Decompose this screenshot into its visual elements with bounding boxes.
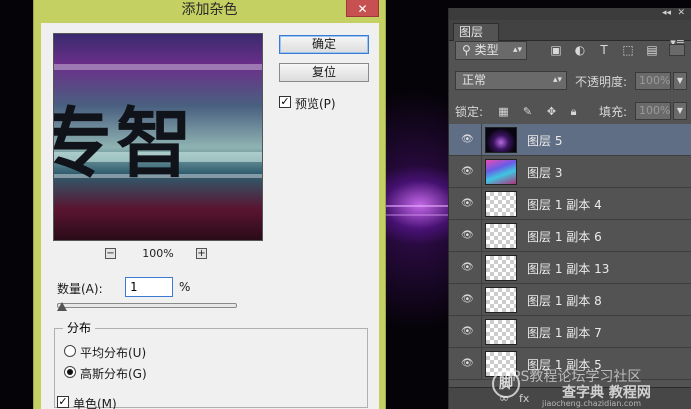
- filter-shape-icon[interactable]: ⬚: [621, 44, 635, 56]
- amount-slider-thumb[interactable]: [57, 302, 67, 311]
- layer-divider: [481, 156, 482, 187]
- close-icon[interactable]: ✕: [346, 0, 379, 17]
- lock-transparent-icon[interactable]: ▦: [497, 105, 510, 118]
- layer-divider: [481, 284, 482, 315]
- eye-visibility-icon[interactable]: 👁︎: [461, 166, 474, 178]
- preview-text: 专智: [54, 99, 196, 188]
- uniform-radio[interactable]: [64, 345, 76, 357]
- preview-zoom-controls: − 100% +: [53, 246, 263, 262]
- zoom-out-button[interactable]: −: [105, 248, 116, 259]
- blend-mode-dropdown[interactable]: 正常 ▴▾: [455, 71, 567, 90]
- opacity-chevron-icon[interactable]: ▼: [673, 72, 687, 90]
- layer-row[interactable]: 👁︎ 图层 1 副本 13: [449, 252, 691, 284]
- zoom-level: 100%: [142, 247, 174, 260]
- layer-thumbnail: [485, 191, 517, 217]
- ok-button[interactable]: 确定: [279, 35, 369, 54]
- layer-thumbnail: [485, 255, 517, 281]
- layer-name[interactable]: 图层 1 副本 8: [527, 292, 602, 309]
- layer-divider: [481, 316, 482, 347]
- layer-name[interactable]: 图层 1 副本 7: [527, 324, 602, 341]
- filter-preview[interactable]: 专智: [53, 33, 263, 241]
- filter-type-icon[interactable]: T: [597, 44, 611, 56]
- distribution-title: 分布: [63, 319, 96, 336]
- layer-row[interactable]: 👁︎ 图层 1 副本 6: [449, 220, 691, 252]
- tab-layers[interactable]: 图层: [453, 23, 499, 41]
- gaussian-label: 高斯分布(G): [80, 367, 147, 381]
- lock-label: 锁定:: [455, 105, 484, 119]
- layer-row[interactable]: 👁︎ 图层 3: [449, 156, 691, 188]
- panel-tab-row: 图层 ▾≡: [449, 20, 691, 49]
- lock-all-icon[interactable]: 🔒︎: [567, 105, 580, 118]
- layer-name[interactable]: 图层 1 副本 4: [527, 196, 602, 213]
- chevron-down-icon: ▴▾: [512, 45, 522, 55]
- filter-toggle-icon[interactable]: [669, 44, 685, 56]
- filter-adjustment-icon[interactable]: ◐: [573, 44, 587, 56]
- layer-name[interactable]: 图层 3: [527, 164, 562, 181]
- filter-kind-label: 类型: [474, 43, 499, 57]
- blend-mode-value: 正常: [462, 73, 487, 87]
- layer-row[interactable]: 👁︎ 图层 1 副本 8: [449, 284, 691, 316]
- collapse-icon[interactable]: ◂◂: [662, 8, 671, 19]
- add-noise-dialog: 添加杂色 ✕ 专智 − 100% + 确定 复位 ✓ 预览(P) 数量(A): …: [33, 0, 386, 409]
- eye-visibility-icon[interactable]: 👁︎: [461, 358, 474, 370]
- layer-thumbnail: [485, 319, 517, 345]
- layer-divider: [481, 252, 482, 283]
- lock-position-icon[interactable]: ✥: [545, 105, 558, 118]
- preview-streak: [54, 64, 262, 70]
- search-icon: ⚲: [462, 43, 475, 57]
- layer-thumbnail: [485, 287, 517, 313]
- eye-visibility-icon[interactable]: 👁︎: [461, 230, 474, 242]
- fill-label: 填充:: [599, 105, 628, 119]
- panel-top-strip: ◂◂ ✕: [449, 8, 691, 20]
- preview-checkbox[interactable]: ✓: [279, 96, 291, 108]
- gaussian-radio[interactable]: [64, 366, 76, 378]
- monochrome-checkbox[interactable]: ✓: [57, 396, 69, 408]
- filter-smart-object-icon[interactable]: ▤: [645, 44, 659, 56]
- fill-input[interactable]: 100%: [635, 102, 671, 120]
- panel-close-icon[interactable]: ✕: [677, 8, 685, 19]
- amount-input[interactable]: 1: [125, 277, 173, 297]
- eye-visibility-icon[interactable]: 👁︎: [461, 294, 474, 306]
- eye-visibility-icon[interactable]: 👁︎: [461, 326, 474, 338]
- layer-divider: [481, 188, 482, 219]
- layer-name[interactable]: 图层 5: [527, 132, 562, 149]
- layer-row[interactable]: 👁︎ 图层 1 副本 4: [449, 188, 691, 220]
- site-watermark: 脚 PS教程论坛学习社区 查字典 教程网 jiaocheng.chazidian…: [492, 366, 691, 409]
- filter-kind-dropdown[interactable]: ⚲ 类型 ▴▾: [455, 41, 527, 60]
- fill-chevron-icon[interactable]: ▼: [673, 102, 687, 120]
- layer-divider: [481, 348, 482, 379]
- layer-divider: [481, 124, 482, 155]
- opacity-label: 不透明度:: [575, 75, 628, 89]
- layer-name[interactable]: 图层 1 副本 13: [527, 260, 609, 277]
- zoom-in-button[interactable]: +: [196, 248, 207, 259]
- lock-image-icon[interactable]: ✎: [521, 105, 534, 118]
- preview-label: 预览(P): [295, 97, 336, 111]
- filter-pixel-icon[interactable]: ▣: [549, 44, 563, 56]
- layer-list: 👁︎ 图层 5 👁︎ 图层 3 👁︎ 图层 1 副本 4 👁︎ 图层 1 副本 6 👁︎ 图层 1…: [449, 124, 691, 380]
- reset-button[interactable]: 复位: [279, 63, 369, 82]
- layer-thumbnail: [485, 223, 517, 249]
- layer-thumbnail: [485, 159, 517, 185]
- monochrome-label: 单色(M): [73, 397, 117, 409]
- layer-divider: [481, 220, 482, 251]
- uniform-label: 平均分布(U): [80, 346, 147, 360]
- dialog-client-area: 专智 − 100% + 确定 复位 ✓ 预览(P) 数量(A): 1 % 分布 …: [41, 23, 379, 409]
- layer-name[interactable]: 图层 1 副本 6: [527, 228, 602, 245]
- amount-label: 数量(A):: [57, 282, 103, 296]
- layers-panel: ◂◂ ✕ 图层 ▾≡ ⚲ 类型 ▴▾ ▣ ◐ T ⬚ ▤ 正常 ▴▾ 不透明度:…: [448, 8, 691, 409]
- eye-visibility-icon[interactable]: 👁︎: [461, 198, 474, 210]
- amount-slider-track[interactable]: [57, 303, 237, 308]
- chevron-down-icon: ▴▾: [552, 75, 562, 85]
- eye-visibility-icon[interactable]: 👁︎: [461, 134, 474, 146]
- amount-unit: %: [179, 280, 191, 294]
- layer-row[interactable]: 👁︎ 图层 1 副本 7: [449, 316, 691, 348]
- eye-visibility-icon[interactable]: 👁︎: [461, 262, 474, 274]
- dialog-title: 添加杂色: [181, 2, 238, 18]
- watermark-line3: jiaocheng.chazidian.com: [542, 399, 642, 408]
- opacity-input[interactable]: 100%: [635, 72, 671, 90]
- layer-row[interactable]: 👁︎ 图层 5: [449, 124, 691, 156]
- layer-thumbnail: [485, 127, 517, 153]
